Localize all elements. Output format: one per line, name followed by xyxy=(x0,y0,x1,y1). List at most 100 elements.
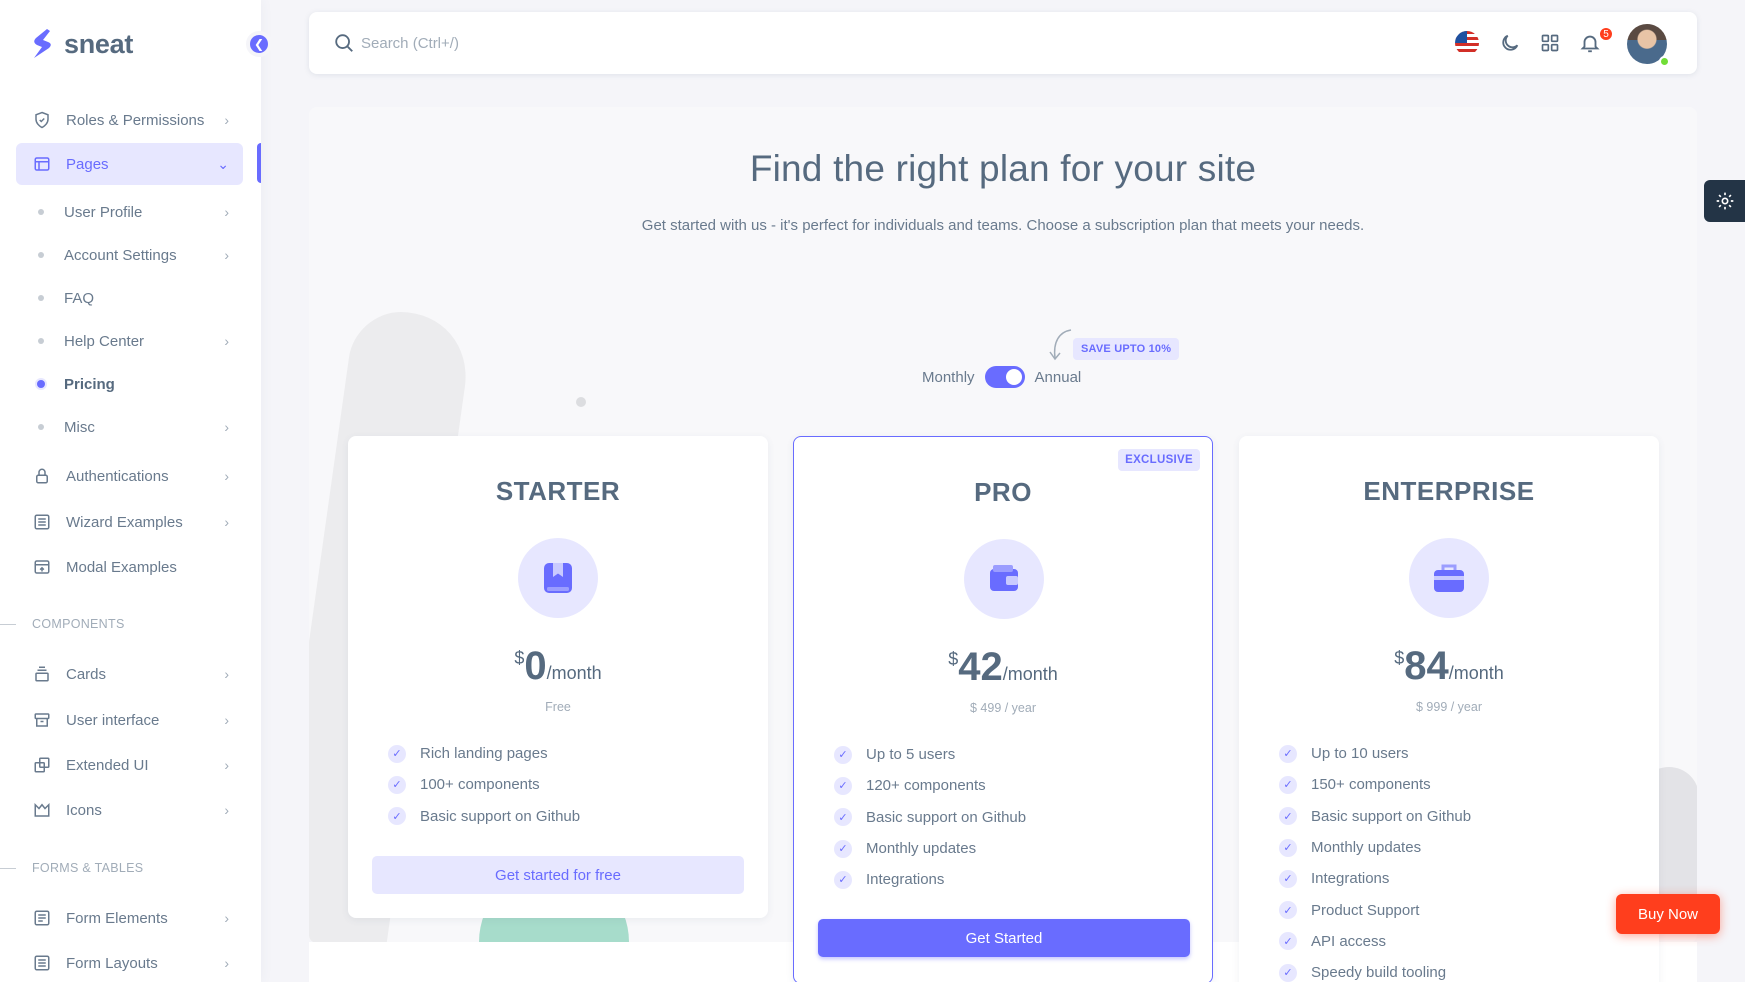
sidebar-item-user-interface[interactable]: User interface › xyxy=(16,699,243,741)
sidebar-subitem-help-center[interactable]: Help Center › xyxy=(16,322,243,360)
billing-switch[interactable] xyxy=(984,366,1025,388)
sidebar-item-icons[interactable]: Icons › xyxy=(16,789,243,831)
sidebar-subitem-faq[interactable]: FAQ xyxy=(16,279,243,317)
sidebar-subitem-label: Misc xyxy=(64,418,95,436)
search-icon[interactable] xyxy=(333,32,355,54)
price-currency: $ xyxy=(1394,648,1405,668)
decorative-dot xyxy=(576,397,586,407)
check-icon: ✓ xyxy=(1279,932,1297,951)
switch-knob xyxy=(1005,369,1022,385)
brand[interactable]: sneat xyxy=(30,28,133,60)
feature-list: ✓ Up to 5 users ✓ 120+ components ✓ Basic s… xyxy=(834,739,1026,895)
box-icon xyxy=(32,710,52,730)
sidebar-item-wizard-examples[interactable]: Wizard Examples › xyxy=(16,501,243,543)
chevron-right-icon: › xyxy=(224,910,229,926)
stack-icon xyxy=(32,664,52,684)
sidebar-item-cards[interactable]: Cards › xyxy=(16,653,243,695)
us-flag-icon[interactable] xyxy=(1454,30,1480,56)
sidebar-subitem-user-profile[interactable]: User Profile › xyxy=(16,193,243,231)
page-subtitle: Get started with us - it's perfect for i… xyxy=(641,217,1365,234)
bullet-icon xyxy=(38,209,44,215)
sidebar-item-form-elements[interactable]: Form Elements › xyxy=(16,897,243,939)
feature-list: ✓ Up to 10 users ✓ 150+ components ✓ Basic … xyxy=(1279,738,1471,982)
sidebar-item-form-layouts[interactable]: Form Layouts › xyxy=(16,942,243,982)
chevron-right-icon: › xyxy=(224,802,229,818)
plan-subtext: $ 499 / year xyxy=(969,701,1036,715)
sidebar-item-label: Authentications xyxy=(66,467,169,485)
plan-card-enterprise: ENTERPRISE $84/month $ 999 / year ✓ Up to… xyxy=(1239,436,1659,982)
check-icon: ✓ xyxy=(1279,963,1297,982)
feature-text: Monthly updates xyxy=(1311,839,1422,857)
crown-icon xyxy=(32,800,52,820)
feature-text: Up to 5 users xyxy=(866,746,956,764)
feature-item: ✓ API access xyxy=(1279,926,1471,957)
plan-name: STARTER xyxy=(495,476,621,506)
check-icon: ✓ xyxy=(1279,838,1297,857)
sidebar-item-extended-ui[interactable]: Extended UI › xyxy=(16,744,243,786)
bullet-icon xyxy=(38,295,44,301)
get-started-free-button[interactable]: Get started for free xyxy=(372,856,744,894)
feature-item: ✓ 150+ components xyxy=(1279,769,1471,800)
curved-arrow-icon xyxy=(1049,329,1072,361)
plan-name: ENTERPRISE xyxy=(1363,476,1535,506)
collapse-sidebar-button[interactable]: ❮ xyxy=(246,31,272,57)
feature-item: ✓ Monthly updates xyxy=(834,833,1026,864)
bullet-icon xyxy=(37,380,45,388)
chevron-left-icon: ❮ xyxy=(253,37,265,51)
sidebar-item-roles-permissions[interactable]: Roles & Permissions › xyxy=(16,99,243,141)
lock-icon xyxy=(32,466,52,486)
check-icon: ✓ xyxy=(834,808,852,827)
price-currency: $ xyxy=(514,648,525,668)
wallet-icon xyxy=(964,539,1044,619)
check-icon: ✓ xyxy=(834,776,852,795)
sidebar-subitem-misc[interactable]: Misc › xyxy=(16,408,243,446)
active-indicator xyxy=(257,143,261,183)
moon-icon[interactable] xyxy=(1497,30,1523,56)
shield-icon xyxy=(32,110,52,130)
page-icon xyxy=(32,154,52,174)
customizer-toggle[interactable] xyxy=(1704,180,1745,222)
sidebar-item-authentications[interactable]: Authentications › xyxy=(16,455,243,497)
feature-item: ✓ Basic support on Github xyxy=(388,801,580,832)
check-icon: ✓ xyxy=(834,870,852,889)
get-started-button[interactable]: Get Started xyxy=(818,919,1190,957)
feature-text: Integrations xyxy=(1311,870,1390,888)
annual-label[interactable]: Annual xyxy=(1035,369,1082,386)
buy-now-button[interactable]: Buy Now xyxy=(1616,894,1720,934)
check-icon: ✓ xyxy=(834,839,852,858)
plan-price: $42/month xyxy=(794,645,1212,690)
feature-item: ✓ Rich landing pages xyxy=(388,738,580,769)
divider xyxy=(0,867,16,869)
feature-text: Product Support xyxy=(1311,901,1420,919)
sidebar: sneat ❮ Roles & Permissions › Pages ⌄ Us… xyxy=(0,0,272,982)
sidebar-subitem-pricing[interactable]: Pricing xyxy=(16,365,243,403)
plan-price: $0/month xyxy=(348,644,768,689)
grid-icon[interactable] xyxy=(1537,30,1563,56)
section-header-forms-tables: FORMS & TABLES xyxy=(0,858,143,878)
plan-card-starter: STARTER $0/month Free ✓ Rich landing page… xyxy=(348,436,768,918)
sidebar-item-pages[interactable]: Pages ⌄ xyxy=(16,143,243,185)
top-navbar: 5 xyxy=(309,12,1697,74)
price-period: /month xyxy=(1002,664,1058,684)
sidebar-item-label: Form Elements xyxy=(66,909,168,927)
feature-item: ✓ Basic support on Github xyxy=(834,802,1026,833)
sidebar-item-modal-examples[interactable]: Modal Examples xyxy=(16,546,243,588)
price-period: /month xyxy=(546,663,602,683)
price-period: /month xyxy=(1448,663,1504,683)
feature-text: Basic support on Github xyxy=(420,807,581,825)
bookmark-box-icon xyxy=(518,538,598,618)
plan-price: $84/month xyxy=(1239,644,1659,689)
sidebar-subitem-label: Help Center xyxy=(64,332,145,350)
chevron-right-icon: › xyxy=(224,247,229,263)
price-currency: $ xyxy=(948,649,959,669)
price-amount: 0 xyxy=(524,644,547,688)
sidebar-subitem-account-settings[interactable]: Account Settings › xyxy=(16,236,243,274)
notification-count-badge: 5 xyxy=(1598,26,1614,42)
bullet-icon xyxy=(38,252,44,258)
plan-subtext: $ 999 / year xyxy=(1415,700,1482,714)
feature-text: Integrations xyxy=(866,871,945,889)
feature-text: Rich landing pages xyxy=(420,745,548,763)
section-label: FORMS & TABLES xyxy=(32,861,144,875)
search-input[interactable] xyxy=(361,30,861,56)
monthly-label[interactable]: Monthly xyxy=(922,369,975,386)
